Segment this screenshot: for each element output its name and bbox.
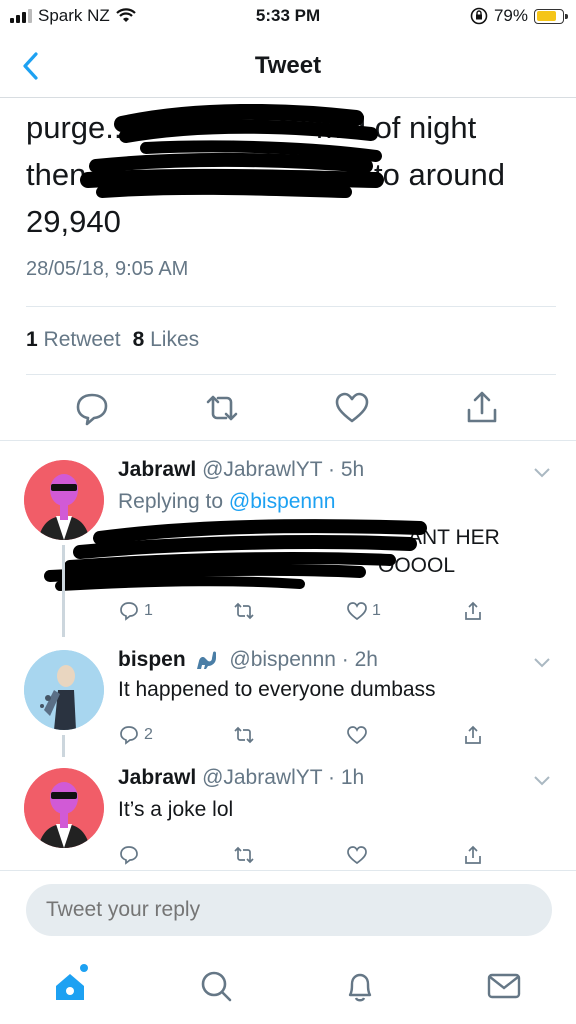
avatar[interactable]: [24, 650, 104, 730]
chevron-down-icon[interactable]: [532, 652, 552, 672]
tweet-timestamp: 28/05/18, 9:05 AM: [26, 258, 189, 280]
author-handle: @bispennn · 2h: [229, 648, 378, 671]
redaction-scribble: [44, 519, 427, 591]
retweet-icon[interactable]: [232, 840, 256, 870]
page-title: Tweet: [254, 52, 322, 79]
divider: [26, 306, 556, 307]
reply-icon[interactable]: [118, 840, 140, 870]
bell-icon: [348, 973, 372, 1002]
reply-icon[interactable]: 1: [118, 596, 153, 626]
reply-input[interactable]: [26, 884, 552, 936]
thread-line: [62, 545, 65, 637]
thread-line: [62, 735, 65, 757]
author-handle: @JabrawlYT · 1h: [202, 766, 365, 789]
reply-actions: 1 1: [0, 596, 576, 626]
battery-percent: 79%: [493, 6, 528, 25]
retweet-stat[interactable]: 1 Retweet: [26, 328, 121, 352]
orientation-lock-icon: [470, 7, 488, 25]
reply-actions: [0, 840, 576, 870]
likes-stat[interactable]: 8 Likes: [133, 328, 200, 352]
reply-text: It’s a joke lol: [118, 798, 234, 821]
tweet-stats: 1 Retweet 8 Likes: [26, 328, 199, 352]
author-name[interactable]: bispen: [118, 648, 186, 671]
reply-icon[interactable]: [72, 388, 112, 428]
like-icon[interactable]: [346, 840, 368, 870]
tab-notifications[interactable]: [340, 966, 380, 1006]
reply-count: 1: [144, 602, 153, 619]
envelope-icon: [487, 973, 521, 999]
like-icon[interactable]: 1: [346, 596, 381, 626]
notification-dot: [80, 964, 88, 972]
retweet-icon[interactable]: [202, 388, 242, 428]
reply-tweet[interactable]: bispen @bispennn · 2h It happened to eve…: [0, 640, 576, 750]
avatar[interactable]: [24, 768, 104, 848]
reply-tweet[interactable]: Jabrawl @JabrawlYT · 5h Replying to @bis…: [0, 440, 576, 640]
reply-actions: 2: [0, 720, 576, 750]
status-bar: Spark NZ 5:33 PM 79%: [0, 0, 576, 34]
like-icon[interactable]: [346, 720, 368, 750]
tweet-actions: [0, 388, 576, 428]
like-count: 1: [372, 602, 381, 619]
retweet-icon[interactable]: [232, 596, 260, 626]
tab-home[interactable]: [50, 964, 90, 1006]
redaction-scribble: [80, 104, 384, 198]
dinosaur-emoji-icon: [196, 651, 216, 670]
author-handle: @JabrawlYT · 5h: [202, 458, 365, 481]
nav-bar: Tweet: [0, 34, 576, 98]
search-icon: [201, 971, 232, 1002]
chevron-down-icon[interactable]: [532, 462, 552, 482]
home-icon: [56, 974, 84, 1000]
tab-messages[interactable]: [484, 966, 524, 1006]
retweet-icon[interactable]: [232, 720, 256, 750]
share-icon[interactable]: [462, 840, 484, 870]
tab-bar: [0, 952, 576, 1024]
divider: [0, 870, 576, 871]
divider: [26, 374, 556, 375]
reply-icon[interactable]: 2: [118, 720, 153, 750]
share-icon[interactable]: [462, 720, 484, 750]
share-icon[interactable]: [462, 596, 484, 626]
like-icon[interactable]: [332, 388, 372, 428]
share-icon[interactable]: [462, 388, 502, 428]
reply-tweet[interactable]: Jabrawl @JabrawlYT · 1h It’s a joke lol: [0, 756, 576, 870]
reply-text: It happened to everyone dumbass: [118, 678, 436, 701]
author-name[interactable]: Jabrawl: [118, 458, 196, 481]
reply-count: 2: [144, 726, 153, 743]
chevron-down-icon[interactable]: [532, 770, 552, 790]
battery-icon: [534, 8, 568, 24]
tab-search[interactable]: [196, 966, 236, 1006]
author-name[interactable]: Jabrawl: [118, 766, 196, 789]
